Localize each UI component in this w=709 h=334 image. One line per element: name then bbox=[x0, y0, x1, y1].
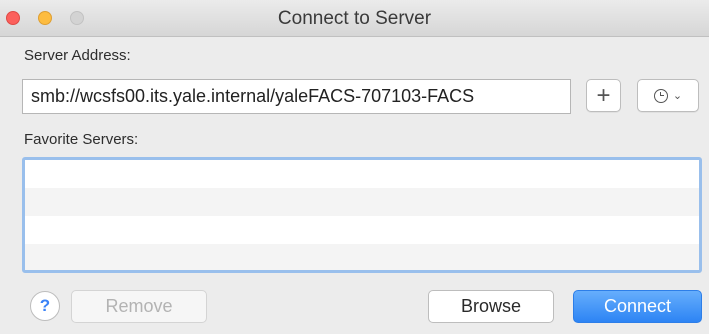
question-mark-icon: ? bbox=[39, 296, 51, 315]
help-button[interactable]: ? bbox=[30, 291, 60, 321]
chevron-down-icon: ⌄ bbox=[672, 90, 683, 102]
server-address-input[interactable] bbox=[22, 79, 571, 114]
clock-icon bbox=[653, 88, 668, 103]
connect-button[interactable]: Connect bbox=[573, 290, 702, 323]
list-row[interactable] bbox=[25, 244, 699, 270]
list-row[interactable] bbox=[25, 188, 699, 216]
plus-icon: + bbox=[596, 81, 611, 109]
title-bar[interactable]: Connect to Server bbox=[0, 0, 709, 37]
list-row[interactable] bbox=[25, 216, 699, 244]
recent-servers-button[interactable]: ⌄ bbox=[637, 79, 699, 112]
favorite-servers-label: Favorite Servers: bbox=[24, 131, 139, 148]
favorite-servers-list[interactable] bbox=[22, 157, 702, 273]
connect-to-server-window: Connect to Server Server Address: + ⌄ Fa… bbox=[0, 0, 709, 334]
browse-button[interactable]: Browse bbox=[428, 290, 554, 323]
list-row[interactable] bbox=[25, 160, 699, 188]
add-favorite-button[interactable]: + bbox=[586, 79, 621, 112]
server-address-label: Server Address: bbox=[24, 47, 131, 64]
remove-button[interactable]: Remove bbox=[71, 290, 207, 323]
window-title: Connect to Server bbox=[277, 8, 432, 29]
